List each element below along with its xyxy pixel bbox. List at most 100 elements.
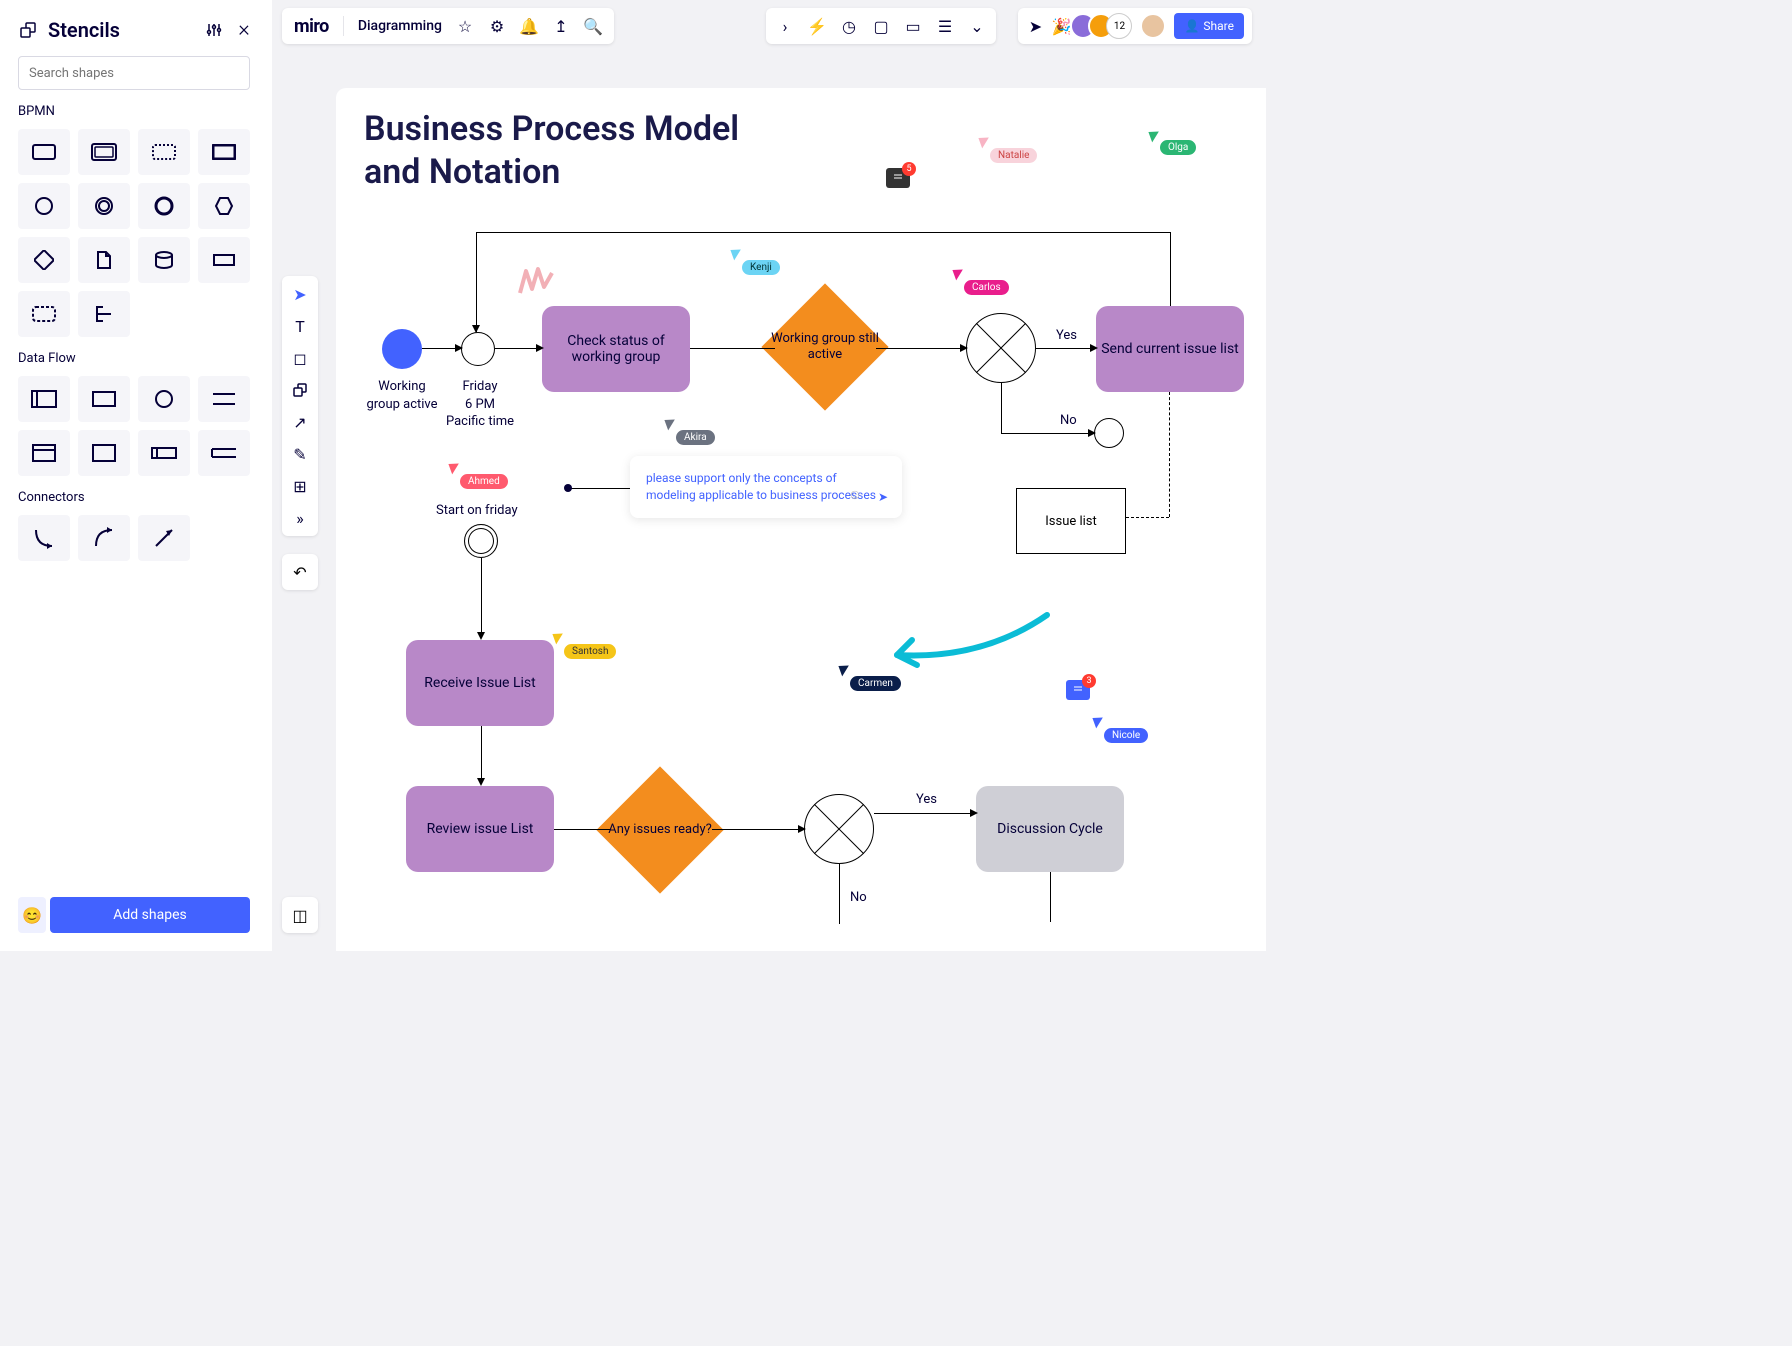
send-icon[interactable]: ➤ <box>878 489 888 506</box>
board-name[interactable]: Diagramming <box>358 18 442 34</box>
issue-list-doc[interactable]: Issue list <box>1016 488 1126 554</box>
share-button[interactable]: 👤 Share <box>1174 13 1244 39</box>
shape-df6[interactable] <box>78 430 130 476</box>
arrow-icon <box>1088 429 1096 437</box>
shape-inter-event[interactable] <box>78 183 130 229</box>
conn-curve[interactable] <box>78 515 130 561</box>
edge-dotted <box>1126 517 1169 518</box>
task-check-status[interactable]: Check status of working group <box>542 306 690 392</box>
canvas[interactable]: Business Process Model and Notation 5 Wo… <box>336 88 1266 951</box>
settings-icon[interactable] <box>204 20 224 40</box>
decision-label: Any issues ready? <box>608 822 712 838</box>
timer-icon[interactable]: ◷ <box>840 17 858 35</box>
timer-event[interactable] <box>461 332 495 366</box>
conn-line[interactable] <box>138 515 190 561</box>
star-icon[interactable]: ☆ <box>456 17 474 35</box>
search-icon[interactable]: 🔍 <box>584 17 602 35</box>
task-receive[interactable]: Receive Issue List <box>406 640 554 726</box>
gateway-2[interactable] <box>804 794 874 864</box>
chevron-right-icon[interactable]: › <box>776 17 794 35</box>
task-review[interactable]: Review issue List <box>406 786 554 872</box>
edge <box>1036 348 1096 349</box>
shape-df5[interactable] <box>18 430 70 476</box>
task-send-issue[interactable]: Send current issue list <box>1096 306 1244 392</box>
shape-df3[interactable] <box>138 376 190 422</box>
shape-gateway-hex[interactable] <box>198 183 250 229</box>
shape-gateway[interactable] <box>18 237 70 283</box>
arrow-icon <box>1090 344 1098 352</box>
miro-logo[interactable]: miro <box>294 16 329 37</box>
shape-text-annot[interactable] <box>198 237 250 283</box>
emoji-button[interactable]: 😊 <box>18 897 46 933</box>
export-icon[interactable]: ↥ <box>552 17 570 35</box>
comment-icon[interactable]: 3 <box>1066 680 1090 700</box>
shape-group[interactable] <box>18 291 70 337</box>
arrow-icon <box>960 344 968 352</box>
emoji-icon[interactable]: ☺ <box>848 486 862 506</box>
shape-start-event[interactable] <box>18 183 70 229</box>
shape-df7[interactable] <box>138 430 190 476</box>
shape-df4[interactable] <box>198 376 250 422</box>
bpmn-shapes <box>18 129 254 337</box>
section-connectors: Connectors <box>18 490 254 505</box>
conn-elbow[interactable] <box>18 515 70 561</box>
gateway-1[interactable] <box>966 313 1036 383</box>
shape-datastore[interactable] <box>138 237 190 283</box>
edge <box>495 348 542 349</box>
gear-icon[interactable]: ⚙ <box>488 17 506 35</box>
shape-end-event[interactable] <box>138 183 190 229</box>
bell-icon[interactable]: 🔔 <box>520 17 538 35</box>
cursor-icon <box>978 135 991 149</box>
decision-active[interactable]: Working group still active <box>761 283 889 411</box>
cursor-icon <box>1148 129 1161 143</box>
friday-event[interactable] <box>464 524 498 558</box>
avatar-self[interactable] <box>1140 13 1166 39</box>
edge <box>1050 872 1051 922</box>
sticky-tool[interactable]: ◻ <box>290 348 310 368</box>
cursor-icon <box>552 631 565 645</box>
edge <box>1001 433 1094 434</box>
more-tools[interactable]: » <box>290 508 310 528</box>
add-shapes-button[interactable]: Add shapes <box>50 897 250 933</box>
comment-icon[interactable]: 5 <box>886 168 910 188</box>
close-icon[interactable]: × <box>234 20 254 40</box>
shape-annot[interactable] <box>78 291 130 337</box>
present-icon[interactable]: ▢ <box>872 17 890 35</box>
slides-icon[interactable]: ▭ <box>904 17 922 35</box>
shape-df8[interactable] <box>198 430 250 476</box>
panel-toggle[interactable]: ◫ <box>282 897 318 933</box>
more-icon[interactable]: ⌄ <box>968 17 986 35</box>
cursor-icon[interactable]: ➤ <box>1026 17 1044 35</box>
cursor-icon <box>952 267 965 281</box>
comment-text: please support only the concepts of mode… <box>646 471 876 502</box>
shape-event-sub[interactable] <box>138 129 190 175</box>
shape-df1[interactable] <box>18 376 70 422</box>
bolt-icon[interactable]: ⚡ <box>808 17 826 35</box>
frame-tool[interactable]: ⊞ <box>290 476 310 496</box>
edge <box>481 558 482 638</box>
undo-button[interactable]: ↶ <box>282 554 318 590</box>
start-event[interactable] <box>382 329 422 369</box>
shape-tool[interactable] <box>290 380 310 400</box>
avatar-count[interactable]: 12 <box>1106 13 1132 39</box>
cursor-carmen: Carmen <box>850 676 901 691</box>
shape-task[interactable] <box>18 129 70 175</box>
shape-data-object[interactable] <box>78 237 130 283</box>
shape-transaction[interactable] <box>78 129 130 175</box>
edge-yes: Yes <box>1056 328 1077 343</box>
shape-call[interactable] <box>198 129 250 175</box>
search-input[interactable] <box>18 56 250 90</box>
arrow-tool[interactable]: ↗ <box>290 412 310 432</box>
notes-icon[interactable]: ☰ <box>936 17 954 35</box>
decision-issues[interactable]: Any issues ready? <box>596 766 724 894</box>
sidebar-title: Stencils <box>48 18 120 42</box>
task-discussion[interactable]: Discussion Cycle <box>976 786 1124 872</box>
select-tool[interactable]: ➤ <box>290 284 310 304</box>
text-tool[interactable]: T <box>290 316 310 336</box>
comment-bubble[interactable]: please support only the concepts of mode… <box>630 456 902 518</box>
shape-df2[interactable] <box>78 376 130 422</box>
reactions-icon[interactable]: 🎉 <box>1052 17 1070 35</box>
pen-tool[interactable]: ✎ <box>290 444 310 464</box>
no-event[interactable] <box>1094 418 1124 448</box>
avatar-stack[interactable]: 12 <box>1078 13 1132 39</box>
